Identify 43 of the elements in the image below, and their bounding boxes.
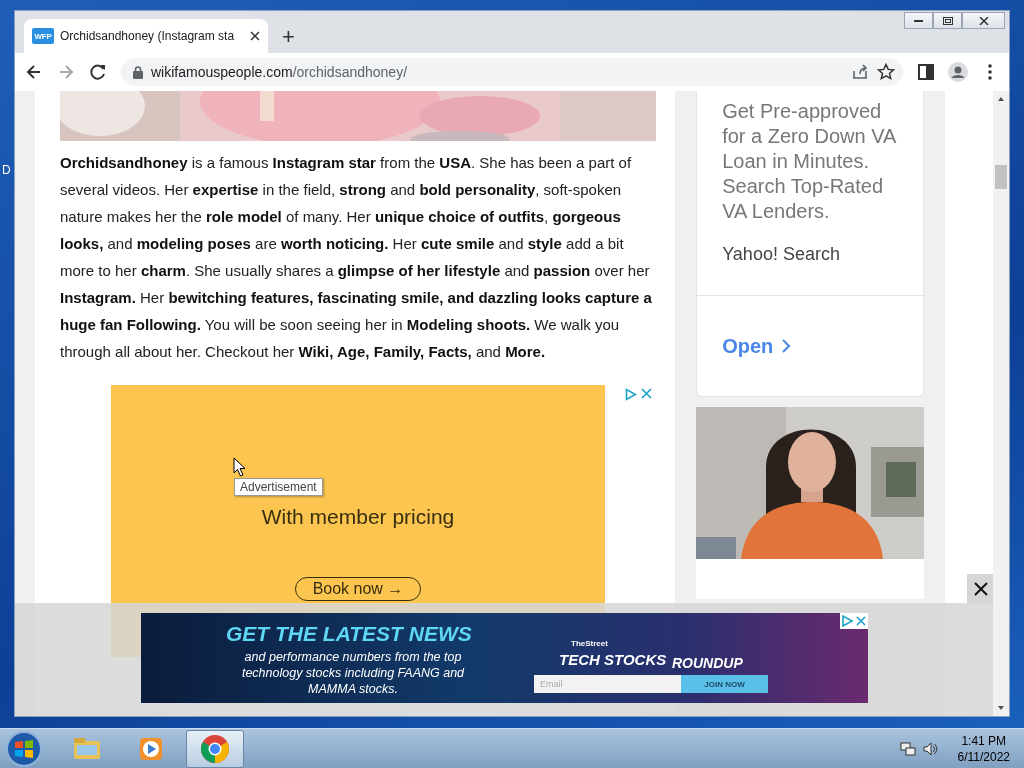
brand-name: TheStreet xyxy=(571,639,608,648)
minimize-button[interactable] xyxy=(904,12,933,29)
close-icon[interactable] xyxy=(250,31,260,41)
article-paragraph: Orchidsandhoney is a famous Instagram star from the USA. She has been a part of several videos. Her expertise in the field, strong and bold personality, soft-spoken nature makes her the role model of many. Her unique choice of outfits, gorgeous looks, and modeling poses are worth noticing. Her cute smile and style add a bit more to her charm. She usually shares a glimpse of her lifestyle and passion over her Instagram. Her bewitching features, fascinating smile, and dazzling looks capture a huge fan Following. You will be soon seeing her in Modeling shoots. We walk you through all about her. Checkout her Wiki, Age, Family, Facts, and More. xyxy=(60,153,653,362)
restore-icon[interactable] xyxy=(942,16,953,25)
favicon: WFP xyxy=(32,28,54,44)
taskbar-button[interactable] xyxy=(186,730,244,768)
network-icon[interactable] xyxy=(899,741,916,757)
adchoices-icon[interactable] xyxy=(625,388,637,401)
close-button[interactable] xyxy=(962,12,1005,29)
tab-title: Orchidsandhoney (Instagram sta xyxy=(60,29,236,43)
email-field[interactable]: Email xyxy=(534,675,681,693)
banner-text: and performance numbers from the top technology stocks including FAANG and MAMMA stocks. xyxy=(240,649,466,697)
close-icon[interactable] xyxy=(973,580,989,597)
maximize-button[interactable] xyxy=(933,12,962,29)
chrome-icon xyxy=(199,733,231,765)
ad-text: Get Pre-approved for a Zero Down VA Loan in Minutes. Search Top-Rated VA Lenders. xyxy=(722,99,897,224)
join-now-button[interactable]: JOIN NOW xyxy=(681,675,768,693)
profile-icon[interactable] xyxy=(945,59,971,85)
banner-headline: GET THE LATEST NEWS xyxy=(226,622,472,646)
tooltip: Advertisement xyxy=(234,478,323,496)
star-icon[interactable] xyxy=(877,63,895,81)
scrollbar-thumb[interactable] xyxy=(995,165,1007,189)
close-icon[interactable] xyxy=(978,16,989,25)
close-button[interactable] xyxy=(967,574,993,603)
desktop-label: D xyxy=(2,163,11,177)
cursor-icon xyxy=(233,457,247,477)
ad-source: Yahoo! Search xyxy=(722,244,841,265)
clock-date[interactable]: 6/11/2022 xyxy=(957,749,1010,765)
ad-headline: With member pricing xyxy=(261,505,455,529)
volume-icon[interactable] xyxy=(921,741,938,757)
banner-subtitle: ROUNDUP xyxy=(672,655,743,671)
address-bar[interactable]: wikifamouspeople.com/orchidsandhoney/ xyxy=(121,58,903,86)
lock-icon[interactable] xyxy=(133,65,143,79)
open-link[interactable]: Open xyxy=(722,334,792,358)
clock-time[interactable]: 1:41 PM xyxy=(961,733,1007,749)
new-tab-button[interactable]: + xyxy=(278,25,299,49)
browser-tab[interactable]: WFP Orchidsandhoney (Instagram sta xyxy=(24,19,268,53)
banner-title: TECH STOCKS xyxy=(559,651,667,668)
chevron-icon[interactable] xyxy=(781,338,792,354)
adchoices-icon[interactable] xyxy=(840,613,854,629)
share-icon[interactable] xyxy=(851,63,869,81)
start-button[interactable] xyxy=(4,729,44,768)
